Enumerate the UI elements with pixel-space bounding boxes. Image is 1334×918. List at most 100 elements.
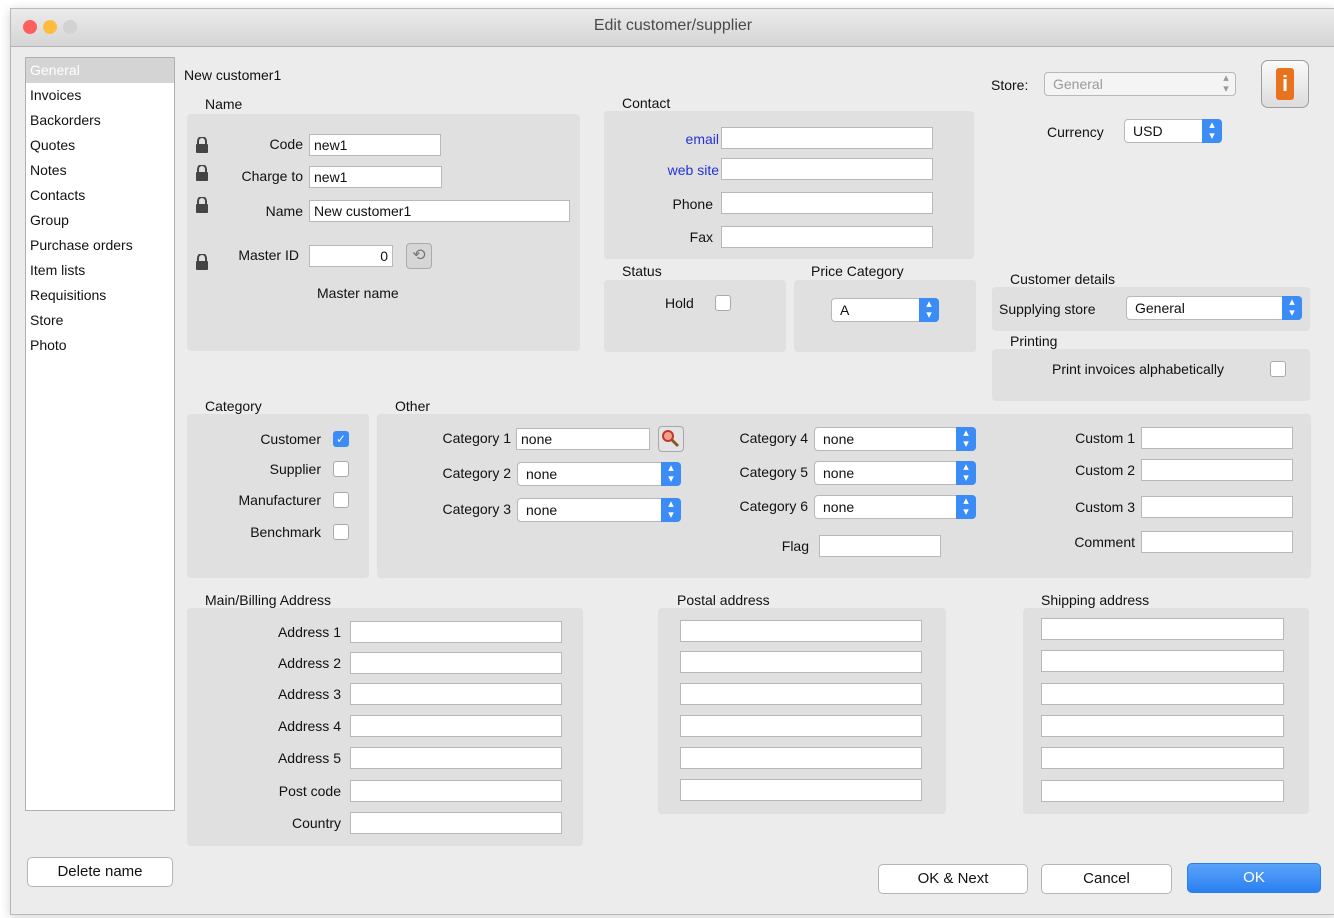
- cancel-button[interactable]: Cancel: [1041, 864, 1172, 894]
- hold-checkbox[interactable]: [715, 295, 731, 311]
- customer-label: Customer: [260, 431, 321, 447]
- postal-line3-field[interactable]: [680, 683, 922, 705]
- sidebar-item-notes[interactable]: Notes: [26, 158, 174, 183]
- category2-select[interactable]: none ▴ ▾: [517, 462, 681, 486]
- category6-value: none: [823, 499, 855, 515]
- status-section-title: Status: [622, 263, 662, 279]
- custom3-field[interactable]: [1141, 496, 1293, 518]
- category5-value: none: [823, 465, 855, 481]
- title-bar: Edit customer/supplier: [11, 9, 1334, 47]
- address2-field[interactable]: [350, 652, 562, 674]
- sidebar-item-photo[interactable]: Photo: [26, 333, 174, 358]
- sidebar-item-item-lists[interactable]: Item lists: [26, 258, 174, 283]
- sidebar-item-general[interactable]: General: [26, 58, 174, 83]
- category5-select[interactable]: none ▴ ▾: [814, 461, 976, 485]
- customer-heading: New customer1: [184, 67, 282, 83]
- sidebar-item-contacts[interactable]: Contacts: [26, 183, 174, 208]
- postal-line5-field[interactable]: [680, 747, 922, 769]
- sidebar-list: General Invoices Backorders Quotes Notes…: [25, 57, 175, 811]
- custom1-field[interactable]: [1141, 427, 1293, 449]
- status-panel: [604, 280, 786, 352]
- postal-line6-field[interactable]: [680, 779, 922, 801]
- supplying-store-label: Supplying store: [999, 301, 1096, 317]
- chevron-updown-icon: ▴ ▾: [1223, 72, 1229, 95]
- sidebar-item-backorders[interactable]: Backorders: [26, 108, 174, 133]
- currency-select[interactable]: USD ▴ ▾: [1124, 119, 1222, 143]
- price-category-select[interactable]: A ▴ ▾: [831, 298, 939, 322]
- sidebar-item-quotes[interactable]: Quotes: [26, 133, 174, 158]
- sidebar-item-purchase-orders[interactable]: Purchase orders: [26, 233, 174, 258]
- refresh-master-icon[interactable]: ⟲: [406, 243, 432, 269]
- fax-label: Fax: [689, 229, 713, 245]
- postal-line2-field[interactable]: [680, 651, 922, 673]
- category1-label: Category 1: [442, 430, 511, 446]
- website-field[interactable]: [721, 158, 933, 180]
- shipping-line3-field[interactable]: [1041, 683, 1284, 705]
- email-field[interactable]: [721, 127, 933, 149]
- code-field[interactable]: new1: [309, 134, 441, 156]
- category2-value: none: [526, 466, 558, 482]
- supplying-store-select[interactable]: General ▴ ▾: [1126, 296, 1302, 320]
- name-field[interactable]: New customer1: [309, 200, 570, 222]
- category4-value: none: [823, 431, 855, 447]
- category1-field[interactable]: none: [516, 428, 650, 450]
- phone-field[interactable]: [721, 192, 933, 214]
- chevron-updown-icon: ▴ ▾: [956, 495, 976, 519]
- ok-next-button[interactable]: OK & Next: [878, 864, 1028, 894]
- customer-checkbox[interactable]: ✓: [333, 431, 349, 447]
- category6-select[interactable]: none ▴ ▾: [814, 495, 976, 519]
- website-link[interactable]: web site: [631, 162, 719, 178]
- shipping-line5-field[interactable]: [1041, 747, 1284, 769]
- chevron-updown-icon: ▴ ▾: [1202, 119, 1222, 143]
- chevron-updown-icon: ▴ ▾: [661, 462, 681, 486]
- address4-field[interactable]: [350, 715, 562, 737]
- address1-label: Address 1: [277, 624, 341, 640]
- store-select[interactable]: General ▴ ▾: [1044, 72, 1236, 96]
- master-id-field[interactable]: 0: [309, 245, 393, 267]
- phone-label: Phone: [672, 196, 713, 212]
- lock-icon: [196, 165, 208, 181]
- shipping-line4-field[interactable]: [1041, 715, 1284, 737]
- address5-label: Address 5: [277, 750, 341, 766]
- delete-name-button[interactable]: Delete name: [27, 857, 173, 887]
- flag-field[interactable]: [819, 535, 941, 557]
- fax-field[interactable]: [721, 226, 933, 248]
- charge-to-field[interactable]: new1: [309, 166, 442, 188]
- currency-value: USD: [1133, 123, 1163, 139]
- sidebar-item-store[interactable]: Store: [26, 308, 174, 333]
- info-button[interactable]: i: [1261, 60, 1309, 108]
- sidebar-item-invoices[interactable]: Invoices: [26, 83, 174, 108]
- category6-label: Category 6: [739, 498, 808, 514]
- category2-label: Category 2: [442, 465, 511, 481]
- category4-select[interactable]: none ▴ ▾: [814, 427, 976, 451]
- name-label: Name: [265, 203, 303, 219]
- comment-field[interactable]: [1141, 531, 1293, 553]
- post-code-field[interactable]: [350, 780, 562, 802]
- benchmark-checkbox[interactable]: [333, 524, 349, 540]
- printing-title: Printing: [1010, 333, 1058, 349]
- store-label: Store:: [991, 77, 1029, 93]
- country-field[interactable]: [350, 812, 562, 834]
- address2-label: Address 2: [277, 655, 341, 671]
- category3-select[interactable]: none ▴ ▾: [517, 498, 681, 522]
- manufacturer-checkbox[interactable]: [333, 492, 349, 508]
- sidebar-item-requisitions[interactable]: Requisitions: [26, 283, 174, 308]
- email-link[interactable]: email: [631, 131, 719, 147]
- ok-button[interactable]: OK: [1187, 863, 1321, 893]
- address3-field[interactable]: [350, 683, 562, 705]
- supplier-checkbox[interactable]: [333, 461, 349, 477]
- print-alpha-label: Print invoices alphabetically: [1052, 361, 1224, 377]
- other-section-title: Other: [395, 398, 431, 414]
- print-alpha-checkbox[interactable]: [1270, 361, 1286, 377]
- shipping-line2-field[interactable]: [1041, 650, 1284, 672]
- category-lookup-button[interactable]: [658, 426, 684, 452]
- custom2-field[interactable]: [1141, 459, 1293, 481]
- postal-line4-field[interactable]: [680, 715, 922, 737]
- manufacturer-label: Manufacturer: [238, 492, 321, 508]
- address5-field[interactable]: [350, 747, 562, 769]
- address1-field[interactable]: [350, 621, 562, 643]
- shipping-line1-field[interactable]: [1041, 618, 1284, 640]
- postal-line1-field[interactable]: [680, 620, 922, 642]
- sidebar-item-group[interactable]: Group: [26, 208, 174, 233]
- shipping-line6-field[interactable]: [1041, 780, 1284, 802]
